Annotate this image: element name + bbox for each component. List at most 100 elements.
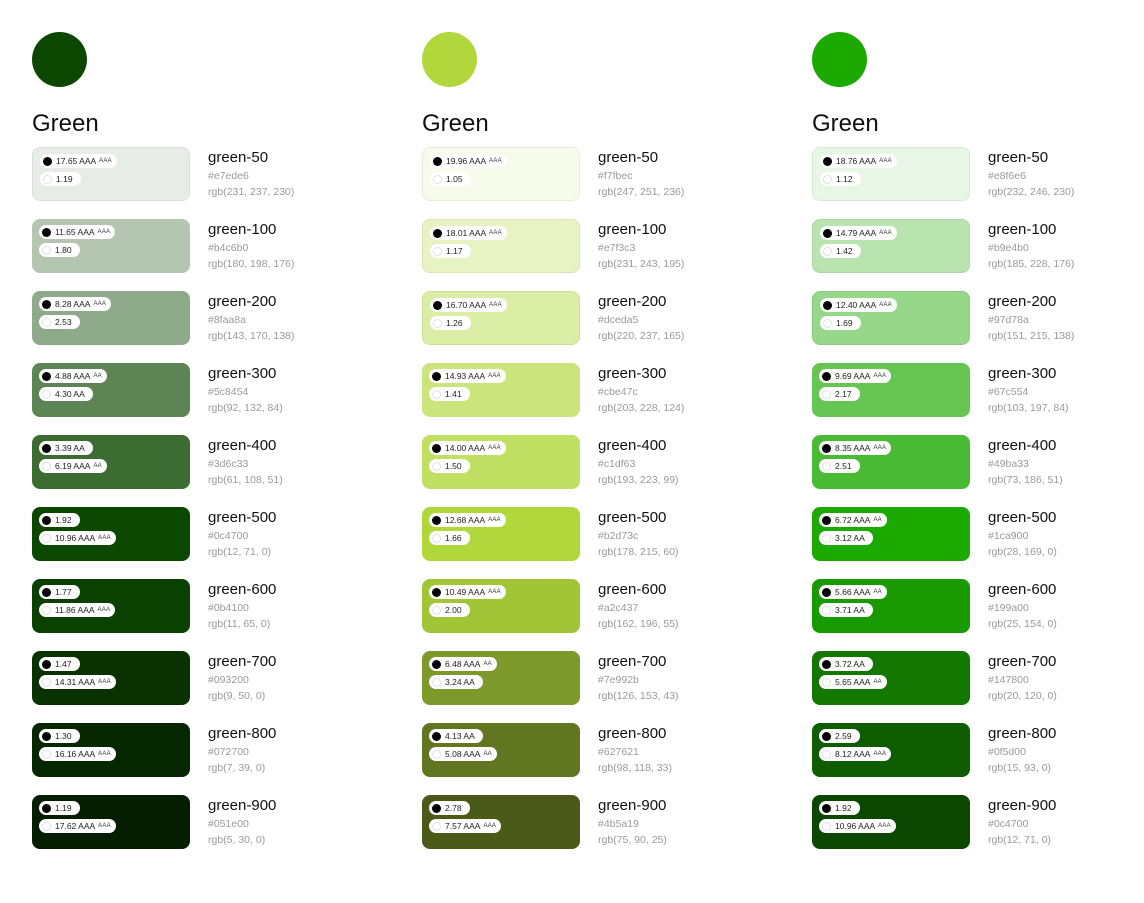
- color-swatch[interactable]: 19.96 AAA AAA 1.05: [422, 147, 580, 201]
- shade-hex[interactable]: #cbe47c: [598, 384, 684, 400]
- shade-rgb[interactable]: rgb(12, 71, 0): [988, 832, 1056, 848]
- color-swatch[interactable]: 4.13 AA 5.08 AAA AA: [422, 723, 580, 777]
- shade-rgb[interactable]: rgb(12, 71, 0): [208, 544, 276, 560]
- shade-hex[interactable]: #199a00: [988, 600, 1057, 616]
- color-swatch[interactable]: 8.35 AAA AAA 2.51: [812, 435, 970, 489]
- shade-rgb[interactable]: rgb(143, 170, 138): [208, 328, 294, 344]
- shade-hex[interactable]: #97d78a: [988, 312, 1074, 328]
- contrast-black-badge: 9.69 AAA AAA: [819, 369, 892, 383]
- shade-rgb[interactable]: rgb(203, 228, 124): [598, 400, 684, 416]
- color-swatch[interactable]: 2.78 7.57 AAA AAA: [422, 795, 580, 849]
- color-swatch[interactable]: 1.92 10.96 AAA AAA: [812, 795, 970, 849]
- shade-hex[interactable]: #5c8454: [208, 384, 283, 400]
- shade-hex[interactable]: #3d6c33: [208, 456, 283, 472]
- shade-info: green-400 #3d6c33 rgb(61, 108, 51): [208, 436, 283, 488]
- color-swatch[interactable]: 10.49 AAA AAA 2.00: [422, 579, 580, 633]
- color-swatch[interactable]: 2.59 8.12 AAA AAA: [812, 723, 970, 777]
- shade-rgb[interactable]: rgb(75, 90, 25): [598, 832, 667, 848]
- shade-rgb[interactable]: rgb(61, 108, 51): [208, 472, 283, 488]
- white-dot-icon: [42, 461, 51, 471]
- shade-hex[interactable]: #1ca900: [988, 528, 1057, 544]
- shade-rgb[interactable]: rgb(151, 215, 138): [988, 328, 1074, 344]
- color-swatch[interactable]: 14.00 AAA AAA 1.50: [422, 435, 580, 489]
- shade-hex[interactable]: #0f5d00: [988, 744, 1056, 760]
- shade-hex[interactable]: #7e992b: [598, 672, 679, 688]
- color-swatch[interactable]: 1.19 17.62 AAA AAA: [32, 795, 190, 849]
- color-swatch[interactable]: 3.72 AA 5.65 AAA AA: [812, 651, 970, 705]
- shade-rgb[interactable]: rgb(193, 223, 99): [598, 472, 679, 488]
- shade-rgb[interactable]: rgb(220, 237, 165): [598, 328, 684, 344]
- shade-hex[interactable]: #e8f6e6: [988, 168, 1074, 184]
- shade-hex[interactable]: #072700: [208, 744, 276, 760]
- shade-hex[interactable]: #f7fbec: [598, 168, 684, 184]
- shade-rgb[interactable]: rgb(20, 120, 0): [988, 688, 1057, 704]
- shade-rgb[interactable]: rgb(162, 196, 55): [598, 616, 679, 632]
- shade-hex[interactable]: #dceda5: [598, 312, 684, 328]
- shade-hex[interactable]: #c1df63: [598, 456, 679, 472]
- shade-hex[interactable]: #a2c437: [598, 600, 679, 616]
- color-swatch[interactable]: 3.39 AA 6.19 AAA AA: [32, 435, 190, 489]
- shade-hex[interactable]: #b2d73c: [598, 528, 679, 544]
- shade-rgb[interactable]: rgb(11, 65, 0): [208, 616, 276, 632]
- color-swatch[interactable]: 1.77 11.86 AAA AAA: [32, 579, 190, 633]
- shade-hex[interactable]: #0b4100: [208, 600, 276, 616]
- color-swatch[interactable]: 1.30 16.16 AAA AAA: [32, 723, 190, 777]
- white-dot-icon: [42, 677, 51, 687]
- color-swatch[interactable]: 16.70 AAA AAA 1.26: [422, 291, 580, 345]
- shade-rgb[interactable]: rgb(9, 50, 0): [208, 688, 276, 704]
- shade-hex[interactable]: #147800: [988, 672, 1057, 688]
- shade-hex[interactable]: #49ba33: [988, 456, 1063, 472]
- black-dot-icon: [433, 300, 442, 310]
- black-dot-icon: [42, 299, 51, 309]
- shade-hex[interactable]: #b9e4b0: [988, 240, 1074, 256]
- shade-rgb[interactable]: rgb(7, 39, 0): [208, 760, 276, 776]
- palette-color-dot: [812, 32, 867, 87]
- shade-hex[interactable]: #0c4700: [988, 816, 1056, 832]
- shade-hex[interactable]: #67c554: [988, 384, 1069, 400]
- shade-hex[interactable]: #093200: [208, 672, 276, 688]
- color-swatch[interactable]: 5.66 AAA AA 3.71 AA: [812, 579, 970, 633]
- color-swatch[interactable]: 14.79 AAA AAA 1.42: [812, 219, 970, 273]
- color-swatch[interactable]: 8.28 AAA AAA 2.53: [32, 291, 190, 345]
- color-swatch[interactable]: 18.01 AAA AAA 1.17: [422, 219, 580, 273]
- color-swatch[interactable]: 1.92 10.96 AAA AAA: [32, 507, 190, 561]
- shade-rgb[interactable]: rgb(180, 198, 176): [208, 256, 294, 272]
- shade-rgb[interactable]: rgb(25, 154, 0): [988, 616, 1057, 632]
- shade-rgb[interactable]: rgb(185, 228, 176): [988, 256, 1074, 272]
- color-swatch[interactable]: 9.69 AAA AAA 2.17: [812, 363, 970, 417]
- color-swatch[interactable]: 6.48 AAA AA 3.24 AA: [422, 651, 580, 705]
- shade-rgb[interactable]: rgb(92, 132, 84): [208, 400, 283, 416]
- shade-rgb[interactable]: rgb(5, 30, 0): [208, 832, 276, 848]
- palette-column: Green 19.96 AAA AAA 1.05 green-50 #f7fbe…: [422, 32, 752, 867]
- shade-rgb[interactable]: rgb(178, 215, 60): [598, 544, 679, 560]
- color-swatch[interactable]: 11.65 AAA AAA 1.80: [32, 219, 190, 273]
- shade-rgb[interactable]: rgb(103, 197, 84): [988, 400, 1069, 416]
- color-swatch[interactable]: 1.47 14.31 AAA AAA: [32, 651, 190, 705]
- color-swatch[interactable]: 12.40 AAA AAA 1.69: [812, 291, 970, 345]
- shade-hex[interactable]: #627621: [598, 744, 672, 760]
- shade-rgb[interactable]: rgb(73, 186, 51): [988, 472, 1063, 488]
- shade-rgb[interactable]: rgb(232, 246, 230): [988, 184, 1074, 200]
- shade-hex[interactable]: #e7ede6: [208, 168, 294, 184]
- color-swatch[interactable]: 17.65 AAA AAA 1.19: [32, 147, 190, 201]
- color-swatch[interactable]: 4.88 AAA AA 4.30 AA: [32, 363, 190, 417]
- shade-rgb[interactable]: rgb(28, 169, 0): [988, 544, 1057, 560]
- shade-info: green-200 #8faa8a rgb(143, 170, 138): [208, 292, 294, 344]
- color-swatch[interactable]: 12.68 AAA AAA 1.66: [422, 507, 580, 561]
- shade-rgb[interactable]: rgb(126, 153, 43): [598, 688, 679, 704]
- shade-hex[interactable]: #0c4700: [208, 528, 276, 544]
- shade-rgb[interactable]: rgb(231, 243, 195): [598, 256, 684, 272]
- color-swatch[interactable]: 18.76 AAA AAA 1.12: [812, 147, 970, 201]
- shade-hex[interactable]: #8faa8a: [208, 312, 294, 328]
- shade-hex[interactable]: #4b5a19: [598, 816, 667, 832]
- shade-hex[interactable]: #051e00: [208, 816, 276, 832]
- shade-hex[interactable]: #b4c6b0: [208, 240, 294, 256]
- shade-hex[interactable]: #e7f3c3: [598, 240, 684, 256]
- contrast-black-badge: 1.92: [819, 801, 860, 815]
- color-swatch[interactable]: 14.93 AAA AAA 1.41: [422, 363, 580, 417]
- shade-rgb[interactable]: rgb(98, 118, 33): [598, 760, 672, 776]
- shade-rgb[interactable]: rgb(15, 93, 0): [988, 760, 1056, 776]
- color-swatch[interactable]: 6.72 AAA AA 3.12 AA: [812, 507, 970, 561]
- shade-rgb[interactable]: rgb(247, 251, 236): [598, 184, 684, 200]
- shade-rgb[interactable]: rgb(231, 237, 230): [208, 184, 294, 200]
